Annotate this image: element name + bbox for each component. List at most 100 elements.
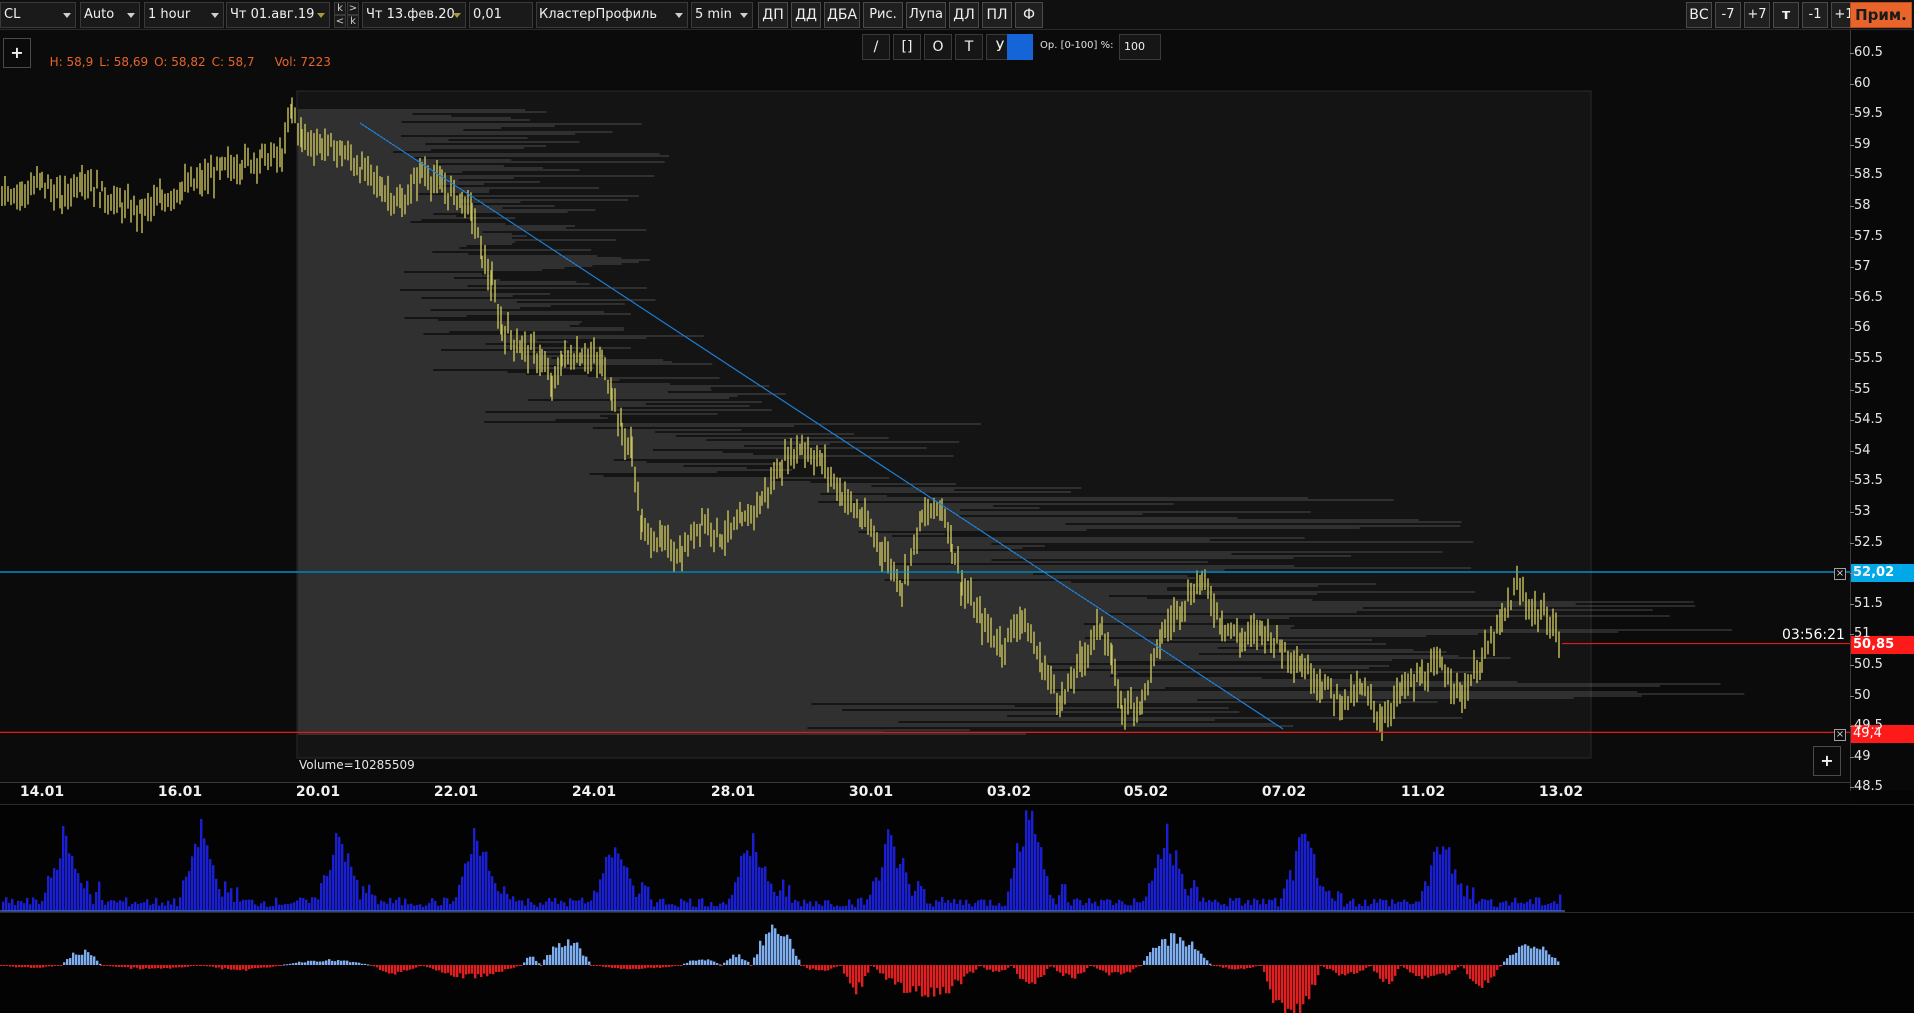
- volume-bar: [890, 835, 893, 911]
- delta-bar-negative: [42, 965, 45, 968]
- delta-bar-positive: [1542, 946, 1545, 965]
- volume-bar: [191, 856, 194, 911]
- volume-bar: [1517, 903, 1520, 911]
- volume-bar: [1322, 886, 1325, 911]
- delta-bar-negative: [885, 965, 888, 980]
- delta-bar-positive: [283, 964, 286, 966]
- delta-bar-negative: [385, 965, 388, 973]
- volume-bar: [1265, 904, 1268, 911]
- remove-upper-line-icon[interactable]: ×: [1834, 568, 1846, 580]
- delta-bar-negative: [1031, 965, 1034, 983]
- volume-bar: [140, 903, 143, 911]
- delta-bar-negative: [391, 965, 394, 974]
- delta-bar-negative: [897, 965, 900, 982]
- price-tick-mark: [1850, 756, 1854, 758]
- volume-bar: [1001, 906, 1004, 911]
- volume-bar: [1286, 879, 1289, 911]
- delta-bar-negative: [1272, 965, 1275, 1003]
- delta-bar-negative: [60, 965, 63, 966]
- volume-bar: [104, 904, 107, 911]
- delta-bar-positive: [753, 957, 756, 965]
- volume-bar: [917, 881, 920, 911]
- delta-bar-negative: [242, 965, 245, 970]
- volume-bar: [389, 897, 392, 911]
- volume-bar: [785, 896, 788, 911]
- line-tool-button[interactable]: /: [862, 34, 890, 60]
- rectangle-tool-button[interactable]: []: [893, 34, 921, 60]
- volume-bar: [1430, 865, 1433, 911]
- delta-bar-negative: [903, 965, 906, 993]
- delta-bar-negative: [963, 965, 966, 977]
- delta-bar-negative: [1225, 965, 1228, 968]
- volume-bar: [986, 905, 989, 911]
- delta-bar-negative: [465, 965, 468, 975]
- volume-bar: [455, 897, 458, 911]
- volume-bar: [203, 838, 206, 911]
- volume-bar: [284, 904, 287, 911]
- delta-bar-negative: [644, 965, 647, 969]
- delta-bar-negative: [516, 965, 519, 967]
- delta-bar-positive: [683, 963, 686, 965]
- volume-bar: [53, 868, 56, 911]
- delta-bar-positive: [1518, 946, 1521, 965]
- delta-bar-negative: [1086, 965, 1089, 969]
- volume-bar: [1346, 903, 1349, 911]
- volume-bar: [185, 876, 188, 911]
- delta-bar-negative: [638, 965, 641, 970]
- color-picker-button[interactable]: [1007, 34, 1033, 60]
- delta-bar-negative: [1350, 965, 1353, 973]
- volume-bar: [1436, 846, 1439, 911]
- delta-bar-positive: [689, 960, 692, 965]
- add-chart-button[interactable]: +: [3, 38, 31, 68]
- date-tick-label: 28.01: [710, 784, 756, 800]
- volume-bar: [572, 900, 575, 911]
- delta-bar-negative: [1391, 965, 1394, 982]
- volume-bar: [1373, 898, 1376, 911]
- volume-bar: [1025, 810, 1028, 911]
- delta-bar-negative: [846, 965, 849, 977]
- delta-bar-negative: [154, 965, 157, 969]
- text-tool-button[interactable]: T: [955, 34, 983, 60]
- delta-bar-positive: [780, 935, 783, 965]
- volume-bar: [548, 898, 551, 911]
- delta-bar-positive: [1194, 949, 1197, 965]
- volume-bar: [509, 899, 512, 911]
- volume-bar: [50, 877, 53, 911]
- volume-bar: [974, 903, 977, 911]
- ellipse-tool-button[interactable]: O: [924, 34, 952, 60]
- opacity-input[interactable]: 100: [1119, 34, 1161, 60]
- delta-bar-positive: [301, 962, 304, 965]
- volume-bar: [650, 899, 653, 911]
- ellipse-tool-label: O: [932, 39, 944, 55]
- volume-bar: [563, 902, 566, 911]
- volume-bar: [281, 904, 284, 911]
- volume-bar: [830, 903, 833, 911]
- delta-bar-negative: [1427, 965, 1430, 978]
- delta-bar-positive: [1143, 960, 1146, 965]
- volume-bar: [1409, 904, 1412, 911]
- volume-bar: [956, 903, 959, 911]
- volume-bar: [128, 906, 131, 911]
- delta-bar-negative: [1210, 965, 1213, 966]
- ohlc-info: H: 58,9 L: 58,69 O: 58,82 C: 58,7 Vol: 7223: [42, 41, 337, 69]
- volume-bar: [704, 906, 707, 911]
- volume-bar: [992, 905, 995, 911]
- delta-bar-negative: [1296, 965, 1299, 1004]
- delta-bar-negative: [647, 965, 650, 968]
- add-indicator-button[interactable]: +: [1813, 746, 1841, 776]
- volume-bar: [1367, 905, 1370, 911]
- delta-bar-negative: [1335, 965, 1338, 973]
- volume-bar: [173, 898, 176, 911]
- price-tick-mark: [1850, 175, 1854, 177]
- chart-canvas[interactable]: [0, 0, 1914, 1013]
- delta-bar-positive: [337, 959, 340, 965]
- delta-bar-negative: [1400, 965, 1403, 966]
- remove-lower-line-icon[interactable]: ×: [1834, 729, 1846, 741]
- volume-bar: [752, 833, 755, 911]
- volume-bar: [542, 904, 545, 911]
- delta-bar-negative: [1359, 965, 1362, 971]
- delta-bar-positive: [783, 936, 786, 965]
- volume-bar: [536, 906, 539, 911]
- delta-bar-negative: [498, 965, 501, 972]
- delta-bar-negative: [510, 965, 513, 969]
